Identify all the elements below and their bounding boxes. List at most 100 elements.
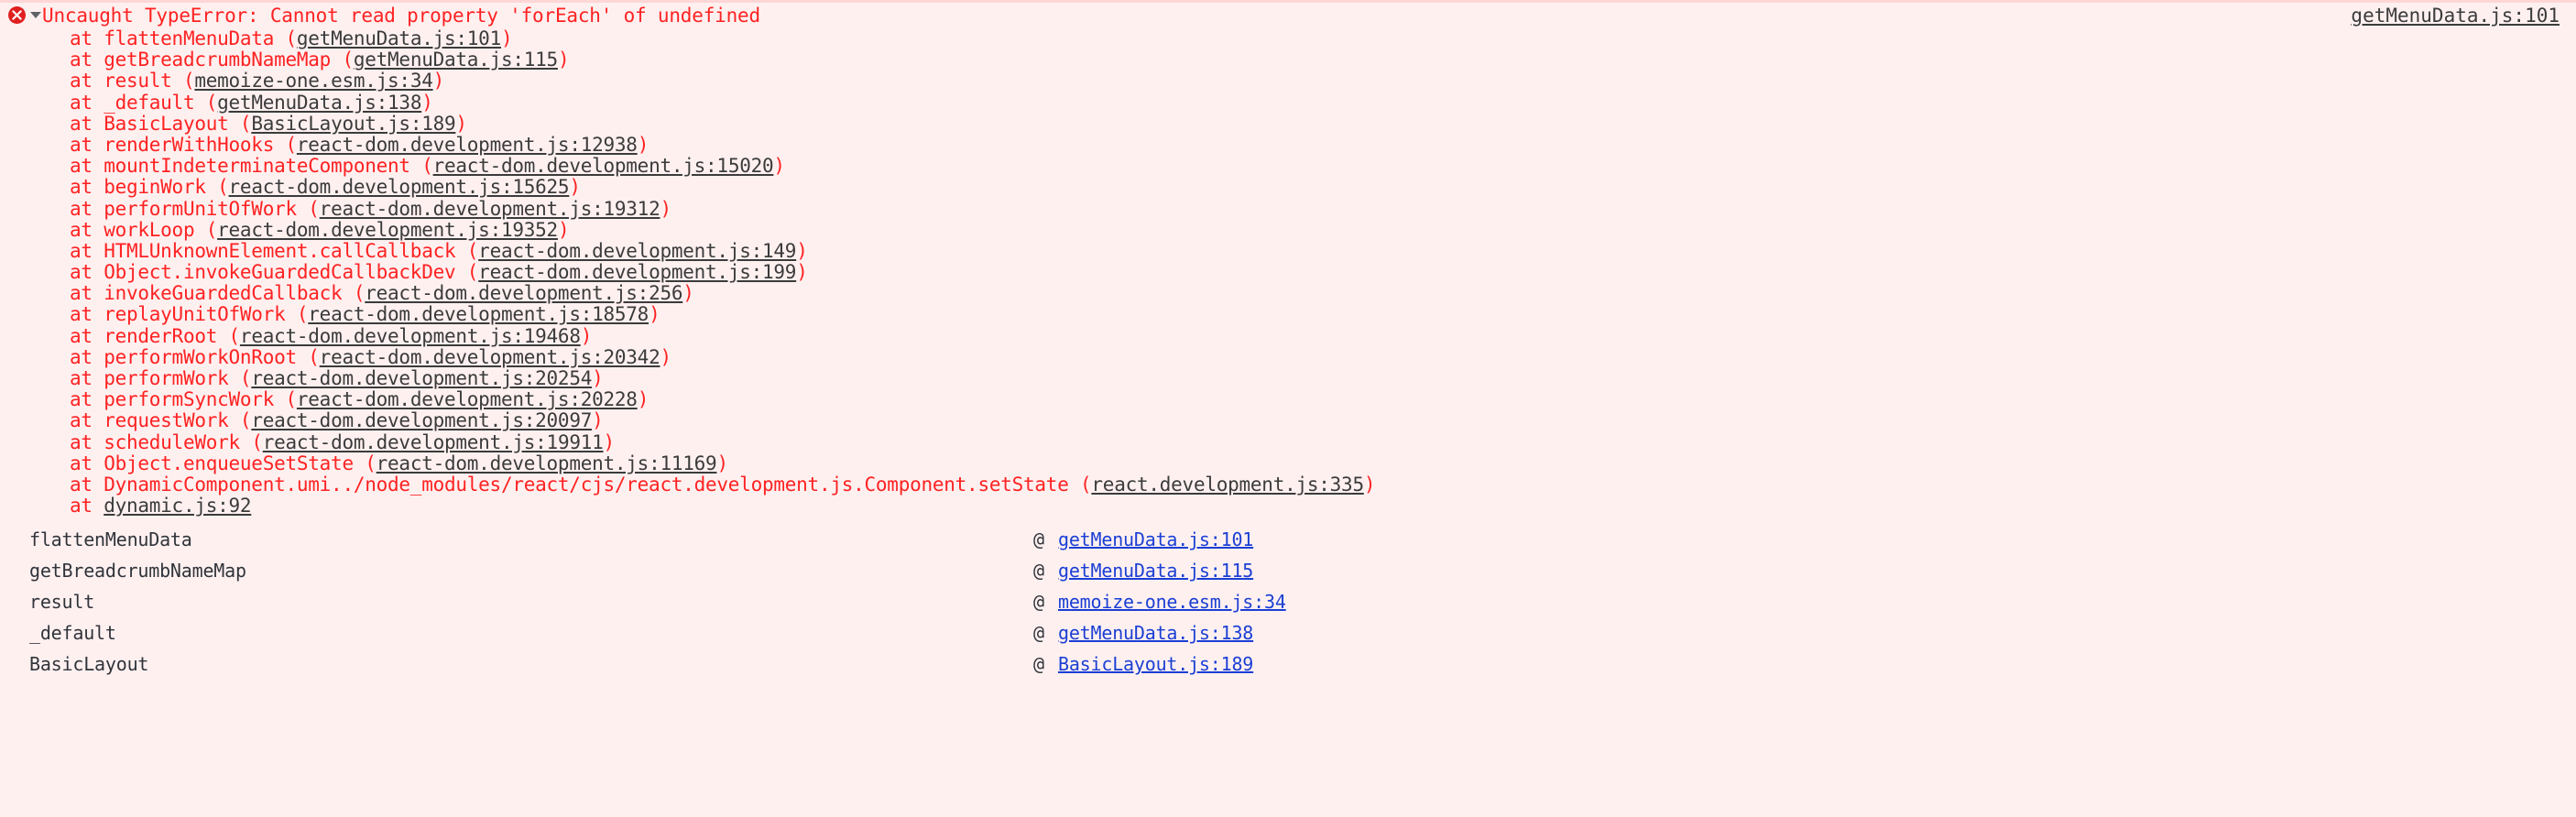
stack-line-source-link[interactable]: react-dom.development.js:149	[478, 240, 796, 262]
stack-line-source-link[interactable]: react-dom.development.js:15020	[433, 155, 774, 177]
stack-trace-line: at _default (getMenuData.js:138)	[0, 91, 2576, 114]
stack-line-source-link[interactable]: dynamic.js:92	[104, 495, 251, 517]
stack-line-function: getBreadcrumbNameMap	[104, 49, 343, 71]
stack-line-source-link[interactable]: react-dom.development.js:20097	[251, 409, 592, 431]
stack-trace-line: at flattenMenuData (getMenuData.js:101)	[0, 27, 2576, 49]
stack-line-prefix: at	[70, 155, 104, 178]
stack-trace-line: at HTMLUnknownElement.callCallback (reac…	[0, 239, 2576, 262]
stack-trace-line: at DynamicComponent.umi../node_modules/r…	[0, 474, 2576, 496]
devtools-console-panel: Uncaught TypeError: Cannot read property…	[0, 0, 2576, 817]
stack-line-paren-close: )	[660, 345, 671, 368]
stack-line-source-link[interactable]: BasicLayout.js:189	[251, 113, 455, 135]
stack-line-prefix: at	[70, 473, 104, 496]
stack-line-paren-close: )	[421, 91, 433, 114]
stack-frame-source-link[interactable]: getMenuData.js:101	[1058, 524, 1253, 555]
stack-line-paren-open: (	[285, 27, 297, 49]
stack-line-paren-open: (	[285, 388, 297, 411]
stack-line-source-link[interactable]: react-dom.development.js:19468	[240, 325, 581, 347]
stack-line-source-link[interactable]: react-dom.development.js:11169	[377, 452, 717, 474]
stack-line-function: flattenMenuData	[104, 27, 286, 49]
stack-line-paren-close: )	[796, 261, 808, 284]
stack-line-source-link[interactable]: react-dom.development.js:19911	[263, 431, 604, 453]
stack-line-prefix: at	[70, 495, 104, 517]
stack-line-function: performWork	[104, 367, 240, 389]
stack-line-function: HTMLUnknownElement.callCallback	[104, 239, 467, 262]
stack-frame-row: result @ memoize-one.esm.js:34	[0, 586, 2576, 617]
stack-line-paren-close: )	[682, 282, 694, 305]
stack-trace-line: at getBreadcrumbNameMap (getMenuData.js:…	[0, 49, 2576, 71]
stack-line-source-link[interactable]: react-dom.development.js:19352	[217, 219, 558, 241]
stack-line-prefix: at	[70, 409, 104, 432]
stack-trace-line: at renderRoot (react-dom.development.js:…	[0, 324, 2576, 347]
stack-line-function: Object.enqueueSetState	[104, 452, 366, 474]
stack-line-paren-close: )	[592, 367, 604, 389]
console-error-header[interactable]: Uncaught TypeError: Cannot read property…	[0, 3, 2576, 28]
stack-line-paren-close: )	[557, 49, 570, 71]
stack-line-paren-close: )	[637, 133, 649, 156]
stack-line-paren-open: (	[205, 218, 218, 241]
console-error-source-link[interactable]: getMenuData.js:101	[2351, 6, 2560, 26]
stack-line-function: invokeGuardedCallback	[104, 282, 354, 305]
stack-line-source-link[interactable]: memoize-one.esm.js:34	[194, 70, 433, 92]
stack-line-paren-open: (	[466, 261, 479, 284]
stack-line-source-link[interactable]: react-dom.development.js:20342	[320, 346, 660, 368]
stack-trace-line: at invokeGuardedCallback (react-dom.deve…	[0, 283, 2576, 304]
stack-line-source-link[interactable]: react-dom.development.js:256	[365, 282, 682, 304]
stack-trace-line: at beginWork (react-dom.development.js:1…	[0, 177, 2576, 198]
stack-line-paren-open: (	[205, 91, 218, 114]
stack-line-function: replayUnitOfWork	[104, 303, 297, 326]
stack-trace-line: at performWork (react-dom.development.js…	[0, 367, 2576, 389]
stack-line-prefix: at	[70, 49, 104, 71]
stack-frame-function-name: _default	[29, 622, 116, 645]
stack-line-prefix: at	[70, 345, 104, 368]
stack-line-prefix: at	[70, 27, 104, 49]
stack-line-source-link[interactable]: getMenuData.js:101	[297, 27, 501, 49]
stack-frame-source-link[interactable]: memoize-one.esm.js:34	[1058, 586, 1286, 617]
stack-line-prefix: at	[70, 176, 104, 199]
stack-line-paren-close: )	[796, 239, 808, 262]
stack-line-source-link[interactable]: react-dom.development.js:15625	[229, 176, 570, 198]
stack-line-function: Object.invokeGuardedCallbackDev	[104, 261, 467, 284]
stack-line-paren-open: (	[353, 282, 366, 305]
stack-trace-line: at Object.invokeGuardedCallbackDev (reac…	[0, 261, 2576, 284]
stack-line-paren-close: )	[569, 176, 581, 199]
stack-line-source-link[interactable]: react-dom.development.js:19312	[320, 198, 660, 220]
stack-line-paren-open: (	[365, 452, 377, 474]
stack-frame-function-name: flattenMenuData	[29, 528, 192, 551]
stack-line-paren-close: )	[1363, 473, 1376, 496]
stack-line-paren-close: )	[603, 430, 616, 453]
stack-line-source-link[interactable]: react-dom.development.js:20228	[297, 388, 638, 410]
stack-frame-function-name: getBreadcrumbNameMap	[29, 560, 246, 583]
stack-frame-at-symbol: @	[1033, 528, 1045, 551]
stack-line-prefix: at	[70, 133, 104, 156]
stack-trace-line: at requestWork (react-dom.development.js…	[0, 410, 2576, 431]
stack-trace-line: at mountIndeterminateComponent (react-do…	[0, 156, 2576, 177]
stack-frame-at-symbol: @	[1033, 653, 1045, 676]
stack-line-function: _default	[104, 91, 206, 114]
stack-line-paren-close: )	[660, 197, 671, 220]
stack-line-paren-open: (	[342, 49, 354, 71]
stack-line-source-link[interactable]: react.development.js:335	[1091, 474, 1364, 496]
stack-line-source-link[interactable]: react-dom.development.js:199	[478, 261, 796, 283]
stack-line-prefix: at	[70, 91, 104, 114]
stack-line-source-link[interactable]: getMenuData.js:138	[217, 92, 421, 114]
stack-frame-row: getBreadcrumbNameMap @ getMenuData.js:115	[0, 555, 2576, 586]
stack-trace-line: at performUnitOfWork (react-dom.developm…	[0, 197, 2576, 220]
stack-line-paren-close: )	[455, 112, 467, 135]
stack-line-source-link[interactable]: react-dom.development.js:12938	[297, 134, 638, 156]
stack-line-prefix: at	[70, 197, 104, 220]
stack-line-paren-open: (	[308, 345, 320, 368]
stack-line-paren-close: )	[716, 452, 728, 474]
stack-line-source-link[interactable]: react-dom.development.js:18578	[308, 303, 649, 325]
triangle-down-icon[interactable]	[30, 12, 41, 18]
stack-line-source-link[interactable]: getMenuData.js:115	[354, 49, 558, 71]
stack-frame-source-link[interactable]: getMenuData.js:115	[1058, 555, 1253, 586]
console-error-message: Uncaught TypeError: Cannot read property…	[42, 5, 760, 27]
stack-frame-source-link[interactable]: BasicLayout.js:189	[1058, 648, 1253, 680]
stack-frame-function-name: BasicLayout	[29, 653, 149, 676]
stack-line-paren-close: )	[580, 324, 593, 347]
stack-line-prefix: at	[70, 367, 104, 389]
stack-frame-source-link[interactable]: getMenuData.js:138	[1058, 617, 1253, 648]
stack-line-source-link[interactable]: react-dom.development.js:20254	[251, 367, 592, 389]
stack-line-function: workLoop	[104, 218, 206, 241]
